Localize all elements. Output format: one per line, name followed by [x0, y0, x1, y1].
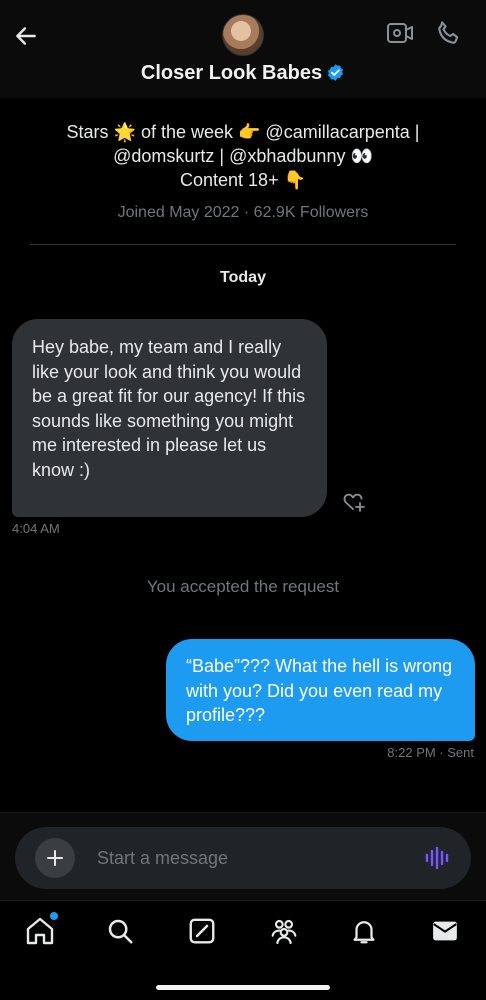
- system-message: You accepted the request: [146, 577, 340, 596]
- phone-call-button[interactable]: [434, 18, 466, 50]
- profile-meta: Joined May 2022 · 62.9K Followers: [117, 204, 369, 221]
- composer-bar: [0, 812, 486, 900]
- video-call-button[interactable]: [385, 20, 417, 48]
- notification-dot: [50, 912, 58, 920]
- message-composer: [15, 827, 471, 889]
- add-reaction-button[interactable]: [339, 488, 367, 514]
- nav-grok[interactable]: [184, 913, 220, 949]
- incoming-message-bubble[interactable]: Hey babe, my team and I really like your…: [12, 319, 327, 517]
- conversation-title[interactable]: Closer Look Babes: [0, 62, 486, 85]
- nav-notifications[interactable]: [346, 913, 382, 949]
- verified-badge-icon: [328, 64, 344, 81]
- avatar[interactable]: [222, 14, 264, 56]
- plus-icon: [47, 850, 63, 866]
- date-separator: Today: [220, 269, 266, 286]
- conversation-header: Closer Look Babes: [0, 0, 486, 98]
- bio-line: Content 18+ 👇: [180, 170, 306, 190]
- communities-icon: [271, 919, 297, 945]
- bio-line: Stars 🌟 of the week 👉 @camillacarpenta |: [66, 122, 420, 142]
- search-icon: [108, 919, 133, 944]
- contact-name: Closer Look Babes: [140, 62, 323, 84]
- home-indicator: [156, 985, 330, 990]
- voice-wave-icon: [425, 846, 449, 870]
- divider: [30, 244, 456, 245]
- profile-bio: Stars 🌟 of the week 👉 @camillacarpenta |…: [30, 120, 456, 192]
- back-button[interactable]: [12, 22, 40, 50]
- video-call-icon: [387, 23, 413, 43]
- grok-icon: [189, 918, 215, 944]
- nav-home[interactable]: [22, 912, 58, 949]
- outgoing-message-bubble[interactable]: “Babe”??? What the hell is wrong with yo…: [166, 639, 475, 741]
- voice-message-button[interactable]: [423, 845, 451, 871]
- mail-icon: [433, 921, 457, 941]
- bio-line: @domskurtz | @xbhadbunny 👀: [113, 146, 373, 166]
- nav-communities[interactable]: [266, 913, 302, 949]
- message-timestamp: 4:04 AM: [12, 521, 60, 536]
- message-status: 8:22 PM · Sent: [387, 745, 474, 760]
- heart-plus-icon: [343, 493, 365, 512]
- bell-icon: [353, 921, 375, 944]
- back-arrow-icon: [16, 27, 36, 45]
- message-input[interactable]: [97, 845, 397, 871]
- nav-search[interactable]: [102, 913, 138, 949]
- home-icon: [26, 917, 54, 945]
- phone-icon: [438, 21, 459, 44]
- add-attachment-button[interactable]: [35, 838, 75, 878]
- nav-messages[interactable]: [427, 913, 463, 949]
